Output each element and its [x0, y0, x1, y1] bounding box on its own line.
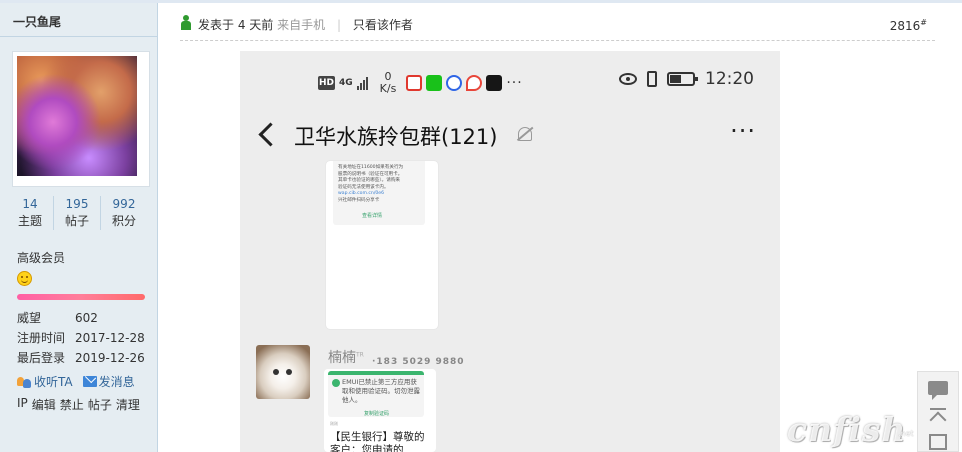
sms-line: 有关地址在11600如果有关行为	[338, 165, 404, 170]
shield-icon	[332, 379, 340, 387]
net-speed: 0 K/s	[380, 71, 397, 95]
vibrate-icon	[647, 71, 657, 87]
info-key: 注册时间	[17, 331, 66, 345]
admin-link-edit[interactable]: 编辑	[32, 396, 56, 413]
reply-icon[interactable]	[928, 381, 948, 400]
statusbar-left: HD 4G 0 K/s ···	[318, 71, 523, 95]
signal-icon	[356, 76, 368, 90]
author-actions: 收听TA 发消息	[16, 373, 135, 390]
cat-avatar	[256, 345, 310, 399]
stat-value[interactable]: 992	[101, 196, 147, 212]
post-image-phone-screenshot[interactable]: HD 4G 0 K/s ··· 12:20 卫华水族拎包群(121) ··· 有…	[240, 51, 780, 452]
sms-link: wap.cib.com.cn/0e6	[338, 191, 385, 197]
info-row: 最后登录 2019-12-26	[17, 348, 152, 368]
online-user-icon	[180, 15, 192, 31]
admin-link-ip[interactable]: IP	[17, 396, 28, 413]
hd-icon: HD	[318, 76, 335, 90]
more-notifications: ···	[506, 75, 523, 91]
tiktok-icon	[486, 75, 503, 91]
site-watermark-sub: .net	[898, 429, 914, 438]
stat-label: 积分	[111, 214, 136, 228]
floor-value: 2816	[889, 19, 921, 33]
only-author-link[interactable]: 只看该作者	[353, 18, 413, 32]
battery-icon	[667, 72, 698, 86]
stat-label: 主题	[17, 214, 42, 228]
sms-line: 其单卡也验证的哪些）。请购来	[338, 178, 401, 184]
author-name[interactable]: 一只鱼尾	[13, 13, 61, 30]
admin-link-posts[interactable]: 帖子	[88, 396, 112, 413]
floor-mark: #	[920, 18, 927, 27]
clock: 12:20	[705, 69, 754, 89]
verification-text: EMUI已禁止第三方应用获取和使用验证码。切勿泄露他人。	[342, 378, 420, 404]
sender-name: 楠楠TR	[328, 347, 364, 367]
network-type: 4G	[339, 77, 353, 88]
message-bubble: 有关地址在11600如果有关行为 股票的说明书（验证在可用卡。 其单卡也验证的哪…	[326, 161, 438, 329]
sender-tag: TR	[356, 351, 364, 359]
verification-card: EMUI已禁止第三方应用获取和使用验证码。切勿泄露他人。 复制验证码	[328, 371, 424, 417]
sender-phone: ·183 5029 9880	[372, 357, 465, 367]
speed-unit: K/s	[379, 82, 397, 95]
info-value: 2019-12-26	[75, 351, 145, 365]
site-watermark: cnfish	[787, 410, 907, 449]
eye-comfort-icon	[619, 73, 637, 85]
avatar[interactable]	[17, 56, 137, 176]
admin-links: IP 编辑 禁止 帖子 清理	[17, 396, 140, 413]
message-label: 发消息	[98, 375, 135, 389]
info-value: 602	[75, 311, 98, 325]
map-pin-icon	[466, 75, 483, 91]
info-value: 2017-12-28	[75, 331, 145, 345]
author-info: 威望 602 注册时间 2017-12-28 最后登录 2019-12-26	[17, 308, 152, 368]
chat-title: 卫华水族拎包群(121)	[294, 125, 498, 149]
stat-threads[interactable]: 14 主题	[7, 196, 54, 230]
follow-button[interactable]: 收听TA	[16, 373, 73, 390]
admin-link-ban[interactable]: 禁止	[60, 396, 84, 413]
iqiyi-icon	[426, 75, 443, 91]
send-message-button[interactable]: 发消息	[82, 373, 135, 390]
baidu-icon	[446, 75, 463, 91]
author-sidebar: 一只鱼尾 14 主题 195 帖子 992 积分 高级会员 威望 602 注册时…	[0, 3, 158, 452]
info-row: 威望 602	[17, 308, 152, 328]
post-source[interactable]: 来自手机	[277, 18, 325, 32]
statusbar-right: 12:20	[619, 69, 754, 89]
message-bubble: EMUI已禁止第三方应用获取和使用验证码。切勿泄露他人。 复制验证码 刚刚 【民…	[324, 369, 436, 452]
follow-icon	[16, 375, 32, 389]
follow-label: 收听TA	[34, 375, 73, 389]
mail-icon	[82, 376, 97, 387]
message-time: 刚刚	[330, 421, 338, 426]
floating-toolbar	[917, 371, 959, 452]
separator: |	[336, 18, 341, 32]
author-stats: 14 主题 195 帖子 992 积分	[7, 196, 147, 230]
info-row: 注册时间 2017-12-28	[17, 328, 152, 348]
admin-link-clean[interactable]: 清理	[116, 396, 140, 413]
smiley-icon	[17, 271, 32, 286]
level-progress-bar	[17, 294, 145, 300]
copy-code-button: 复制验证码	[364, 411, 390, 417]
floor-number[interactable]: 2816#	[890, 18, 927, 33]
stat-value[interactable]: 14	[7, 196, 53, 212]
more-icon: ···	[730, 117, 756, 145]
message-text: 【民生银行】尊敬的客户：您申请的	[330, 431, 425, 452]
divider	[0, 36, 157, 37]
sms-view-button: 查看详情	[362, 213, 383, 219]
back-arrow-icon	[258, 122, 283, 147]
post-meta: 发表于 4 天前 来自手机 | 只看该作者	[198, 16, 413, 33]
avatar-frame[interactable]	[12, 51, 150, 187]
stat-label: 帖子	[64, 214, 89, 228]
user-group[interactable]: 高级会员	[17, 249, 65, 266]
grid-icon[interactable]	[929, 434, 947, 450]
stat-posts[interactable]: 195 帖子	[54, 196, 101, 230]
chat-titlebar: 卫华水族拎包群(121) ···	[240, 113, 780, 159]
phone-statusbar: HD 4G 0 K/s ··· 12:20	[240, 51, 780, 111]
weibo-icon	[406, 75, 423, 91]
sender-name-text: 楠楠	[328, 350, 356, 366]
back-to-top-icon[interactable]	[929, 408, 947, 426]
sms-line: 兴社邮件扫码分享卡	[338, 197, 380, 203]
stat-value[interactable]: 195	[54, 196, 100, 212]
info-key: 最后登录	[17, 351, 66, 365]
mute-bell-icon	[518, 127, 532, 141]
post-time: 发表于 4 天前	[198, 18, 274, 32]
stat-points[interactable]: 992 积分	[101, 196, 147, 230]
post-header: 发表于 4 天前 来自手机 | 只看该作者 2816#	[180, 8, 935, 41]
info-key: 威望	[17, 311, 42, 325]
